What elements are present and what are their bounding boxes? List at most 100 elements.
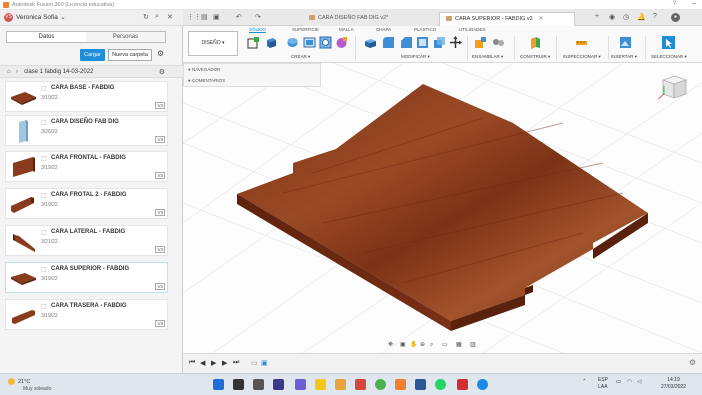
search-icon[interactable]	[233, 379, 244, 390]
insert-image-icon[interactable]	[619, 36, 632, 49]
chamfer-icon[interactable]	[400, 36, 413, 49]
pan-icon[interactable]: ✋	[410, 340, 417, 348]
combine-icon[interactable]	[433, 36, 446, 49]
version-badge[interactable]: V3	[155, 136, 165, 143]
user-name[interactable]: Veronica Sofia	[16, 14, 58, 21]
task-view-icon[interactable]	[253, 379, 264, 390]
press-pull-icon[interactable]	[364, 36, 377, 49]
3d-viewport[interactable]	[183, 63, 702, 353]
search-icon[interactable]: ⌕	[155, 13, 159, 21]
upload-button[interactable]: Cargar	[80, 49, 105, 61]
list-item[interactable]: ⬚ CARA FRONTAL - FABDIG 3/19/22 V3	[5, 151, 168, 182]
widgets-icon[interactable]	[273, 379, 284, 390]
browser-comentarios[interactable]: ● COMENTARIOS	[188, 78, 225, 83]
step-back-icon[interactable]: ◀	[200, 359, 205, 367]
group-ensamblar[interactable]: ENSAMBLAR ▾	[472, 54, 503, 60]
teams-icon[interactable]	[295, 379, 306, 390]
new-sketch-icon[interactable]	[247, 36, 260, 49]
revolve-icon[interactable]	[286, 36, 299, 49]
go-to-end-icon[interactable]: ⏭	[233, 359, 239, 367]
chevron-up-icon[interactable]: ⌃	[582, 379, 587, 385]
display-settings-icon[interactable]: ▭	[442, 341, 448, 348]
list-item[interactable]: ⬚ CARA BASE - FABDIG 3/19/22 V3	[5, 81, 168, 112]
extrude-icon[interactable]	[265, 36, 278, 49]
fit-icon[interactable]: ⌕	[430, 341, 433, 348]
tab-cara-superior[interactable]: CARA SUPERIOR - FABDIG v2 ✕	[439, 12, 575, 26]
tab-malla[interactable]: MALLA	[339, 27, 354, 32]
word-icon[interactable]	[415, 379, 426, 390]
minimize-icon[interactable]: –	[692, 0, 696, 7]
redo-icon[interactable]: ↷	[255, 13, 261, 21]
new-component-icon[interactable]	[474, 36, 487, 49]
language-indicator[interactable]: ESP LAA	[598, 377, 608, 391]
fillet-icon[interactable]	[382, 36, 395, 49]
grid-settings-icon[interactable]: ▦	[456, 341, 462, 348]
group-modificar[interactable]: MODIFICAR ▾	[401, 54, 430, 60]
list-item[interactable]: ⬚ CARA DISEÑO FAB DIG 3/26/22 V3	[5, 115, 168, 146]
list-item[interactable]: ⬚ CARA FROTAL 2 - FABDIG 3/19/22 V3	[5, 188, 168, 219]
measure-icon[interactable]	[575, 36, 588, 49]
tab-datos[interactable]: Datos	[7, 32, 86, 42]
whatsapp-icon[interactable]	[435, 379, 446, 390]
tab-cara-diseno[interactable]: CARA DISEÑO FAB DIG v2*	[303, 12, 437, 26]
close-icon[interactable]: ✕	[539, 16, 544, 22]
zoom-icon[interactable]: ⊕	[420, 341, 425, 348]
new-tab-icon[interactable]: +	[595, 13, 599, 20]
version-badge[interactable]: V3	[155, 172, 165, 179]
folder-settings-icon[interactable]: ⚙	[159, 68, 165, 76]
job-status-icon[interactable]: ◷	[623, 13, 629, 21]
fusion-taskbar-icon[interactable]	[395, 379, 406, 390]
weather-widget[interactable]: 21°C Muy soleado	[8, 378, 51, 392]
joint-icon[interactable]	[492, 36, 505, 49]
gear-icon[interactable]: ⚙	[689, 358, 696, 367]
breadcrumb-folder[interactable]: clase 1 fabdig 14-03-2022	[24, 69, 93, 75]
extrude-feature-icon[interactable]: ▣	[261, 359, 268, 367]
group-construir[interactable]: CONSTRUIR ▾	[520, 54, 550, 60]
shell-icon[interactable]	[416, 36, 429, 49]
version-badge[interactable]: V2	[155, 283, 165, 290]
account-avatar[interactable]: ●	[671, 13, 680, 22]
help-icon[interactable]: ?	[653, 13, 657, 20]
sweep-icon[interactable]	[303, 36, 316, 49]
hole-icon[interactable]	[319, 36, 332, 49]
file-explorer-icon[interactable]	[315, 379, 326, 390]
refresh-icon[interactable]: ↻	[143, 13, 149, 21]
tab-superficie[interactable]: SUPERFICIE	[292, 27, 319, 32]
select-icon[interactable]	[662, 36, 675, 49]
folder-icon[interactable]	[335, 379, 346, 390]
version-badge[interactable]: V3	[155, 102, 165, 109]
volume-icon[interactable]: ◁	[637, 379, 641, 385]
pdf-reader-icon[interactable]	[457, 379, 468, 390]
gear-icon[interactable]: ⚙	[157, 49, 164, 58]
list-item[interactable]: ⬚ CARA TRASERA - FABDIG 3/19/22 V3	[5, 299, 168, 330]
play-icon[interactable]: ▶	[211, 359, 216, 367]
clock[interactable]: 14:19 27/03/2022	[661, 377, 686, 391]
office-icon[interactable]	[355, 379, 366, 390]
notifications-icon[interactable]: 🔔	[637, 13, 646, 21]
list-item[interactable]: ⬚ CARA LATERAL - FABDIG 3/21/22 V3	[5, 225, 168, 256]
edge-icon[interactable]	[477, 379, 488, 390]
sketch-feature-icon[interactable]: ▭	[251, 359, 258, 367]
list-item[interactable]: ⬚ CARA SUPERIOR - FABDIG 3/19/22 V2	[5, 262, 168, 293]
step-forward-icon[interactable]: ▶	[222, 359, 227, 367]
viewport-canvas[interactable]	[183, 63, 702, 353]
tab-chapa[interactable]: CHAPA	[376, 27, 391, 32]
browser-navegador[interactable]: ● NAVEGADOR	[188, 67, 220, 72]
undo-icon[interactable]: ↶	[236, 13, 242, 21]
viewports-icon[interactable]: ▥	[470, 341, 476, 348]
group-crear[interactable]: CREAR ▾	[291, 54, 310, 60]
group-insertar[interactable]: INSERTAR ▾	[611, 54, 637, 60]
move-icon[interactable]	[449, 36, 462, 49]
tab-personas[interactable]: Personas	[86, 32, 165, 42]
tab-solido[interactable]: SÓLIDO	[249, 27, 267, 33]
home-icon[interactable]: ⌂	[7, 69, 11, 75]
version-badge[interactable]: V3	[155, 209, 165, 216]
app-grid-icon[interactable]: ⋮⋮	[187, 13, 201, 21]
new-folder-button[interactable]: Nueva carpeta	[108, 49, 152, 61]
go-to-start-icon[interactable]: ⏮	[189, 359, 195, 367]
wifi-icon[interactable]: ◠	[627, 379, 632, 385]
version-badge[interactable]: V3	[155, 246, 165, 253]
battery-icon[interactable]: ▭	[616, 379, 621, 385]
extensions-icon[interactable]: ◉	[609, 13, 615, 21]
orbit-icon[interactable]: ✥	[388, 341, 393, 348]
